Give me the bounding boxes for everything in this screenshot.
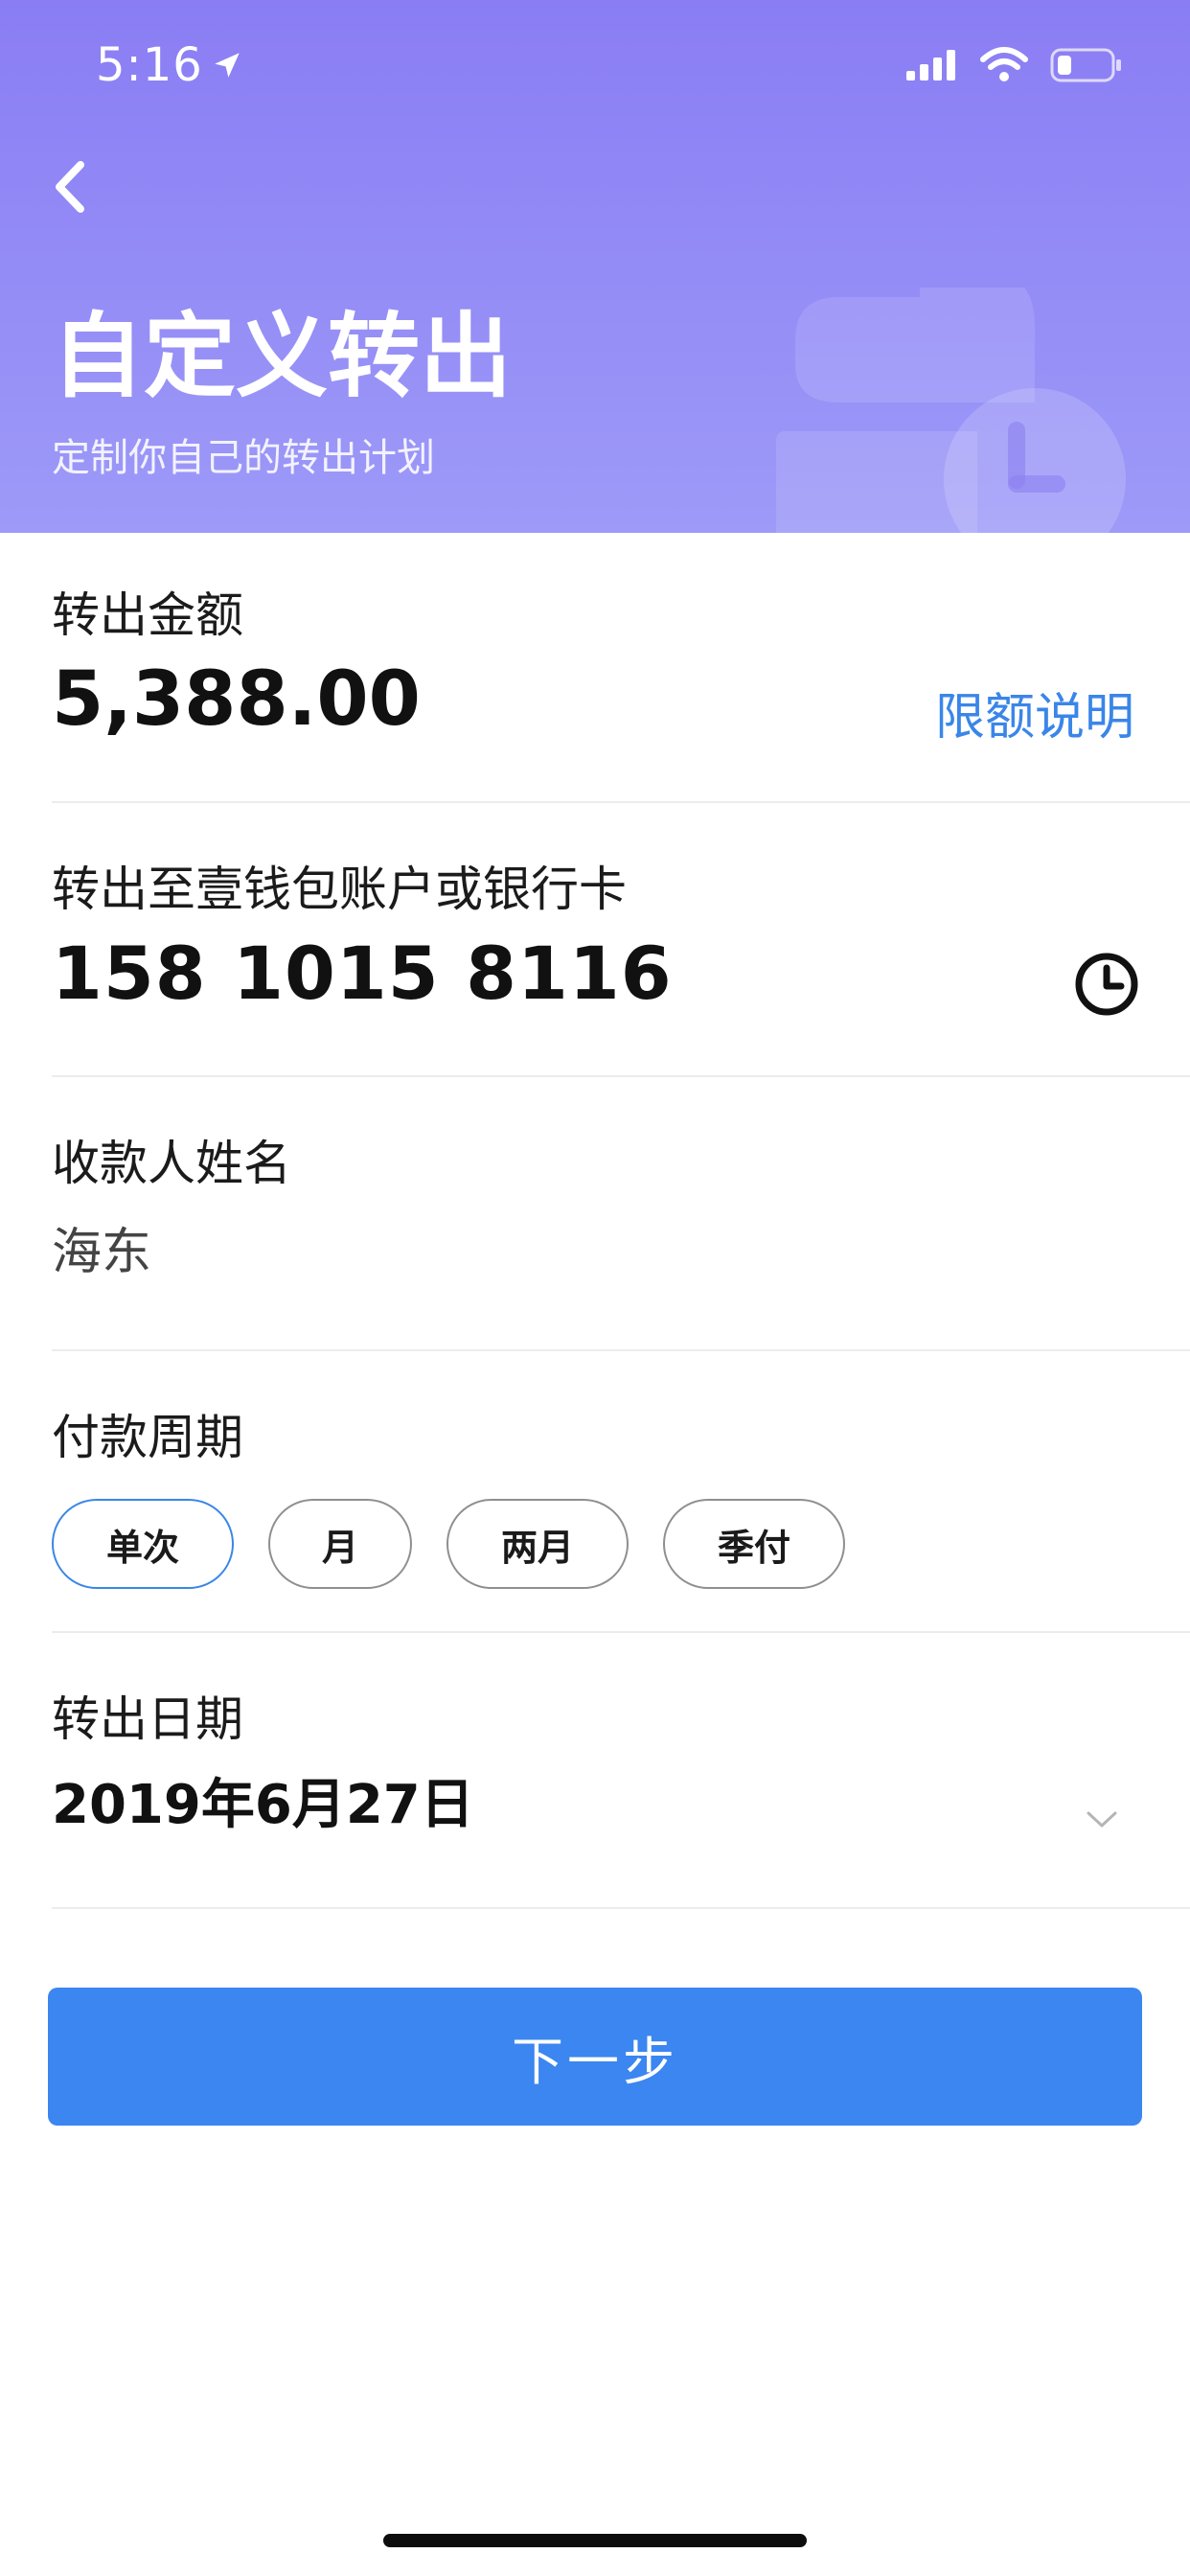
period-section: 付款周期 单次 月 两月 季付 (52, 1407, 1140, 1608)
period-option-bimonthly[interactable]: 两月 (446, 1499, 629, 1589)
clock-icon (1075, 953, 1138, 1016)
destination-section: 转出至壹钱包账户或银行卡 158 1015 8116 (52, 859, 1140, 1031)
page-subtitle: 定制你自己的转出计划 (52, 436, 435, 480)
period-option-monthly[interactable]: 月 (268, 1499, 412, 1589)
signal-icon (906, 50, 955, 80)
history-button[interactable] (1073, 951, 1140, 1018)
date-label: 转出日期 (52, 1691, 243, 1747)
header: 5:16 自定义转出 定制你自己的转出计划 (0, 0, 1190, 533)
period-options: 单次 月 两月 季付 (52, 1499, 845, 1589)
amount-section: 转出金额 5,388.00 限额说明 (52, 585, 1140, 757)
amount-label: 转出金额 (52, 587, 243, 643)
status-icons (904, 42, 1123, 88)
page-title: 自定义转出 (52, 303, 512, 410)
wifi-icon (980, 47, 1028, 81)
divider (52, 1907, 1190, 1909)
transfer-schedule-icon (776, 288, 1126, 533)
period-label: 付款周期 (52, 1410, 243, 1465)
limit-info-link[interactable]: 限额说明 (935, 677, 1134, 748)
chevron-left-icon (56, 161, 84, 213)
back-button[interactable] (38, 153, 105, 220)
date-value[interactable]: 2019年6月27日 (52, 1771, 1140, 1840)
period-option-single[interactable]: 单次 (52, 1499, 234, 1589)
location-arrow-icon (215, 53, 240, 78)
battery-icon (1050, 48, 1121, 82)
payee-section: 收款人姓名 海东 (52, 1133, 1140, 1305)
payee-label: 收款人姓名 (52, 1136, 291, 1191)
payee-name-input[interactable]: 海东 (52, 1219, 1140, 1286)
next-step-button[interactable]: 下一步 (48, 1988, 1142, 2126)
date-dropdown-button[interactable] (1083, 1800, 1121, 1838)
chevron-down-icon (1087, 1811, 1117, 1828)
home-indicator[interactable] (383, 2534, 807, 2547)
destination-label: 转出至壹钱包账户或银行卡 (52, 862, 627, 917)
date-section: 转出日期 2019年6月27日 (52, 1689, 1140, 1861)
divider (52, 1349, 1190, 1351)
divider (52, 1075, 1190, 1077)
divider (52, 801, 1190, 803)
divider (52, 1631, 1190, 1633)
destination-account-input[interactable]: 158 1015 8116 (52, 928, 1140, 1020)
period-option-quarterly[interactable]: 季付 (663, 1499, 845, 1589)
status-time: 5:16 (96, 34, 243, 96)
